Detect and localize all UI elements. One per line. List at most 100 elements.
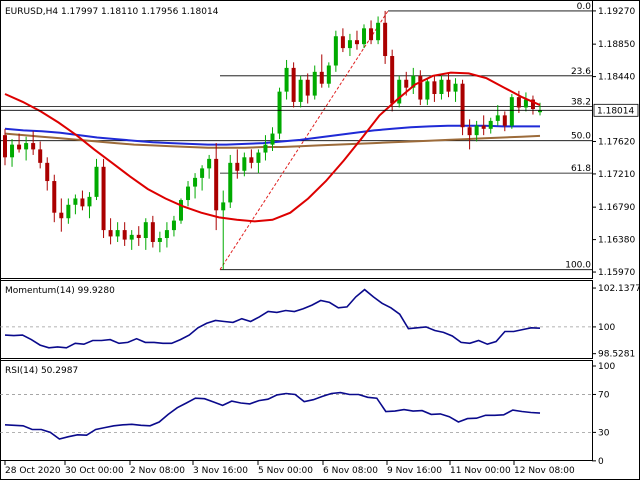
- price-title: EURUSD,H4 1.17997 1.18110 1.17956 1.1801…: [5, 7, 219, 17]
- candle-body: [193, 177, 198, 187]
- candle-body: [24, 143, 29, 150]
- candle-body: [108, 230, 113, 237]
- candle-body: [38, 149, 43, 163]
- candle-body: [3, 135, 7, 158]
- fib-label: 23.6: [571, 67, 591, 77]
- candle-body: [235, 162, 240, 171]
- candle-body: [263, 144, 268, 153]
- candle-body: [277, 91, 282, 134]
- candle-body: [94, 166, 99, 197]
- candle-body: [523, 99, 528, 108]
- candle-body: [52, 181, 57, 213]
- candle-body: [101, 166, 106, 231]
- candle-body: [221, 202, 226, 211]
- rsi-tick-label: 100: [598, 362, 615, 372]
- candle-body: [207, 158, 212, 169]
- fib-label: 0.0: [577, 2, 592, 12]
- candle-body: [122, 230, 127, 240]
- momentum-tick-label: 102.1377: [598, 284, 640, 294]
- candle-body: [256, 152, 261, 163]
- candle-body: [136, 234, 141, 239]
- candle-body: [495, 115, 500, 121]
- y-tick-label: 1.16790: [598, 203, 635, 213]
- fib-label: 100.0: [565, 261, 591, 271]
- candle-body: [460, 83, 465, 128]
- candle-body: [453, 83, 458, 92]
- candle-body: [340, 36, 345, 49]
- candle-body: [270, 133, 275, 145]
- fib-label: 50.0: [571, 132, 591, 142]
- x-tick-label: 12 Nov 08:00: [514, 466, 575, 476]
- candle-body: [474, 125, 479, 136]
- x-tick-label: 3 Nov 16:00: [193, 466, 248, 476]
- candle-body: [439, 79, 444, 94]
- candle-body: [383, 22, 388, 57]
- x-tick-label: 30 Oct 00:00: [65, 466, 124, 476]
- candle-body: [284, 67, 289, 92]
- candle-body: [87, 196, 92, 207]
- y-tick-label: 1.16380: [598, 236, 635, 246]
- candle-body: [305, 79, 310, 96]
- candle-body: [354, 40, 359, 45]
- candle-body: [312, 71, 317, 96]
- candle-body: [150, 222, 155, 242]
- y-tick-label: 1.17210: [598, 170, 635, 180]
- candle-body: [516, 97, 521, 108]
- candle-body: [390, 56, 395, 104]
- x-tick-label: 6 Nov 08:00: [323, 466, 378, 476]
- y-tick-label: 1.19270: [598, 7, 635, 17]
- candle-body: [298, 79, 303, 102]
- candle-body: [10, 144, 15, 158]
- candle-body: [446, 79, 451, 92]
- chart: 0.0 23.6 38.2 50.0 61.8 100.0 102.1377 100 98.5…: [0, 0, 640, 480]
- rsi-tick-label: 30: [598, 428, 610, 438]
- y-tick-label: 1.15970: [598, 268, 635, 278]
- candle-body: [467, 127, 472, 136]
- y-tick-label: 1.18850: [598, 40, 635, 50]
- candle-body: [178, 200, 183, 221]
- candle-body: [488, 120, 493, 129]
- candle-body: [249, 157, 254, 163]
- candle-body: [291, 67, 296, 102]
- candle-body: [186, 186, 191, 201]
- x-tick-label: 28 Oct 2020: [5, 466, 61, 476]
- candle-body: [362, 28, 367, 45]
- candle-body: [502, 115, 507, 126]
- candle-body: [214, 158, 219, 211]
- rsi-tick-label: 0: [598, 457, 604, 467]
- candle-body: [73, 198, 78, 205]
- x-tick-label: 2 Nov 08:00: [130, 466, 185, 476]
- candle-body: [425, 81, 430, 100]
- candle-body: [157, 238, 162, 242]
- candle-body: [115, 230, 120, 237]
- y-tick-label: 1.17620: [598, 137, 635, 147]
- candle-body: [45, 162, 50, 182]
- momentum-tick-label: 98.5281: [598, 350, 635, 360]
- candle-body: [200, 168, 205, 178]
- x-tick-label: 9 Nov 16:00: [387, 466, 442, 476]
- candle-body: [80, 198, 85, 207]
- candle-body: [17, 144, 22, 150]
- candle-body: [369, 28, 374, 41]
- x-tick-label: 5 Nov 00:00: [258, 466, 313, 476]
- candle-body: [171, 220, 176, 231]
- momentum-tick-label: 100: [598, 323, 615, 333]
- rsi-tick-label: 70: [598, 390, 610, 400]
- candle-body: [143, 222, 148, 239]
- candle-body: [404, 79, 409, 88]
- fib-label: 38.2: [571, 98, 591, 108]
- candle-body: [347, 40, 352, 49]
- candle-body: [242, 157, 247, 171]
- candle-body: [376, 22, 381, 41]
- candle-body: [333, 36, 338, 66]
- candle-body: [228, 162, 233, 203]
- candle-body: [432, 81, 437, 94]
- rsi-title: RSI(14) 50.2987: [5, 366, 78, 376]
- candle-body: [326, 65, 331, 84]
- x-tick-label: 11 Nov 00:00: [450, 466, 511, 476]
- current-price-label: 1.18014: [597, 106, 634, 116]
- candle-body: [538, 110, 542, 113]
- y-tick-label: 1.18440: [598, 73, 635, 83]
- candle-body: [31, 143, 36, 150]
- candle-body: [481, 125, 486, 129]
